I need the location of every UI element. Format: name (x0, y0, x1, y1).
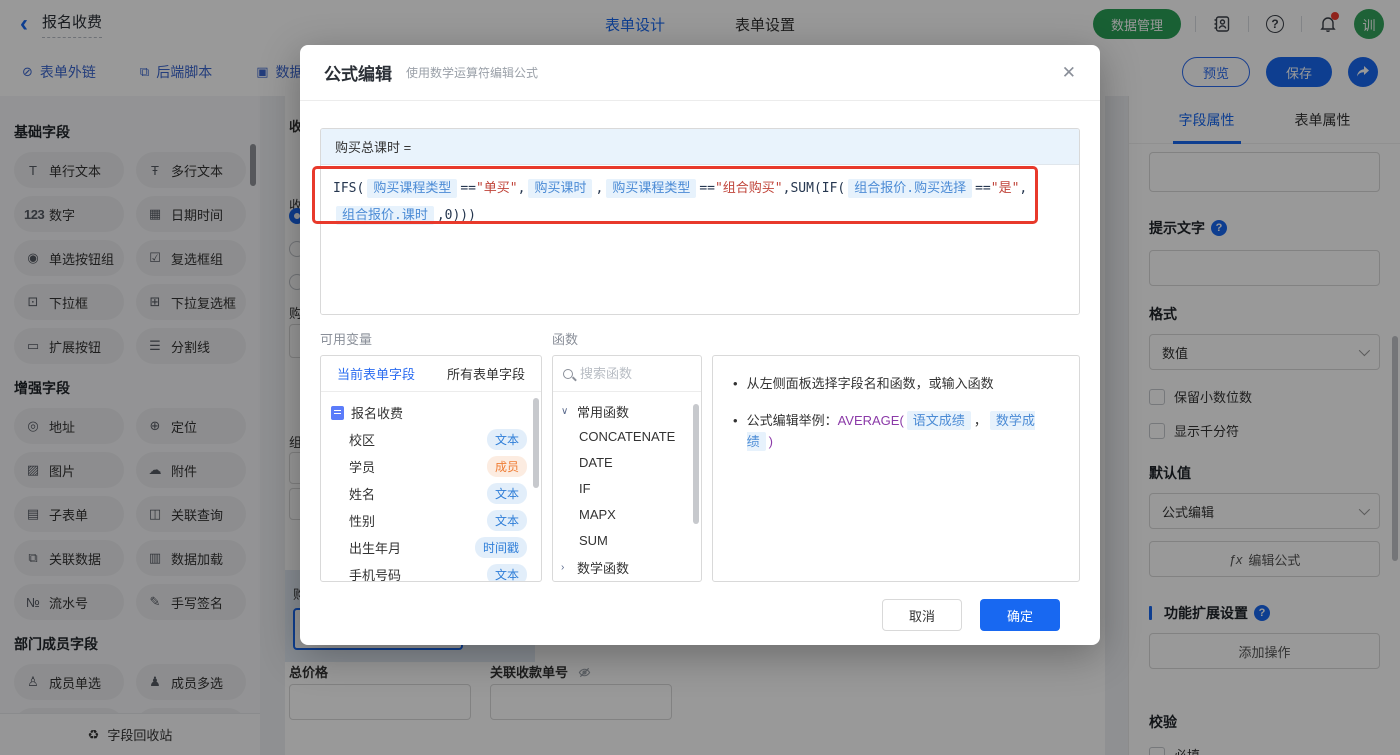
example-field-token: 语文成绩 (906, 410, 971, 430)
variable-row[interactable]: 姓名 文本 (321, 480, 541, 507)
variable-name: 校区 (349, 433, 376, 448)
variable-row[interactable]: 校区 文本 (321, 426, 541, 453)
functions-panel: ∨ 常用函数 CONCATENATEDATEIFMAPXSUM › 数学函数 ›文本函数 (552, 355, 702, 582)
document-icon (331, 405, 344, 420)
tab-current-form-fields[interactable]: 当前表单字段 (321, 364, 431, 383)
function-group-label: 常用函数 (577, 404, 630, 420)
bullet-icon: • (733, 376, 738, 391)
formula-line: 组合报价.课时 ,0))) (333, 202, 1067, 229)
variable-row[interactable]: 学员 成员 (321, 453, 541, 480)
formula-string-token: "组合购买" (714, 181, 783, 196)
function-item[interactable]: IF (553, 476, 701, 502)
formula-field-token: 购买课程类型 (367, 179, 458, 198)
tip-text-part: AVERAGE( (837, 412, 904, 428)
variable-type-badge: 文本 (486, 564, 527, 581)
confirm-button[interactable]: 确定 (980, 599, 1060, 631)
formula-code-token: ,0))) (436, 208, 476, 223)
formula-string-token: "是" (990, 181, 1020, 196)
variable-name: 性别 (349, 514, 376, 529)
functions-label: 函数 (552, 332, 579, 347)
variables-panel: 当前表单字段 所有表单字段 报名收费 校区 文本 学员 成员 姓名 文本 性别 文本 出生年月时… (320, 355, 542, 582)
formula-box: 购买总课时 = IFS(购买课程类型 ==​"单买", 购买课时, 购买课程类型 =="… (320, 128, 1080, 315)
formula-code-token: , (517, 181, 526, 196)
function-item[interactable]: DATE (553, 450, 701, 476)
formula-code-token: ,SUM(IF( (782, 181, 846, 196)
function-item[interactable]: CONCATENATE (553, 424, 701, 450)
variable-type-badge: 时间戳 (474, 537, 527, 558)
variable-row[interactable]: 出生年月 时间戳 (321, 534, 541, 561)
variable-type-badge: 文本 (486, 429, 527, 450)
tip-text-part: ) (768, 433, 773, 449)
formula-result-field: 购买总课时 = (321, 129, 1079, 165)
functions-scrollbar[interactable] (693, 404, 699, 524)
formula-code-token: == (699, 181, 715, 196)
variable-name: 学员 (349, 460, 376, 475)
formula-code-token: , (595, 181, 604, 196)
formula-code-token: ==​ (460, 181, 476, 196)
function-search[interactable] (553, 356, 701, 392)
cancel-button[interactable]: 取消 (882, 599, 962, 631)
close-icon[interactable]: ✕ (1062, 63, 1076, 83)
formula-editor-modal: 公式编辑 使用数学运算符编辑公式 ✕ 购买总课时 = IFS(购买课程类型 ==​… (300, 45, 1100, 645)
function-group-label: 数学函数 (577, 560, 630, 576)
function-group[interactable]: ∨ 常用函数 (553, 398, 701, 424)
variables-scrollbar[interactable] (533, 398, 539, 488)
formula-code-token: IFS( (333, 181, 365, 196)
variable-type-badge: 文本 (486, 510, 527, 531)
tip-item: • 从左侧面板选择字段名和函数，或输入函数 (733, 374, 1059, 395)
formula-editor-input[interactable]: IFS(购买课程类型 ==​"单买", 购买课时, 购买课程类型 =="组合购买",SU… (321, 165, 1079, 314)
bullet-icon: • (733, 412, 738, 428)
variables-form-root[interactable]: 报名收费 (321, 399, 541, 426)
function-group[interactable]: ›文本函数 (553, 580, 701, 581)
variables-label: 可用变量 (320, 332, 373, 347)
variable-name: 手机号码 (349, 568, 402, 582)
formula-string-token: "单买" (475, 181, 518, 196)
formula-field-token: 组合报价.课时 (336, 206, 434, 225)
tip-item: • 公式编辑举例：AVERAGE(语文成绩，数学成绩) (733, 410, 1059, 453)
tip-text: 公式编辑举例：AVERAGE(语文成绩，数学成绩) (746, 410, 1059, 453)
function-group[interactable]: › 数学函数 (553, 554, 701, 580)
variable-name: 出生年月 (349, 541, 402, 556)
formula-line: IFS(购买课程类型 ==​"单买", 购买课时, 购买课程类型 =="组合购买",SU… (333, 175, 1067, 202)
variable-type-badge: 成员 (486, 456, 527, 477)
function-item[interactable]: MAPX (553, 502, 701, 528)
variable-type-badge: 文本 (486, 483, 527, 504)
tab-all-form-fields[interactable]: 所有表单字段 (431, 364, 541, 383)
tip-text-part: ， (973, 412, 987, 428)
modal-subtitle: 使用数学运算符编辑公式 (406, 66, 539, 80)
tip-text: 从左侧面板选择字段名和函数，或输入函数 (746, 376, 994, 391)
formula-field-token: 组合报价.购买选择 (848, 179, 973, 198)
chevron-down-icon: ∨ (561, 405, 569, 417)
variable-row[interactable]: 性别 文本 (321, 507, 541, 534)
formula-field-token: 购买课时 (528, 179, 593, 198)
formula-code-token: , (1019, 181, 1028, 196)
function-item[interactable]: SUM (553, 528, 701, 554)
formula-field-token: 购买课程类型 (606, 179, 697, 198)
function-search-input[interactable] (580, 366, 680, 381)
variable-row[interactable]: 手机号码 文本 (321, 561, 541, 582)
search-icon (563, 368, 573, 379)
tip-text-part: 公式编辑举例： (746, 412, 838, 428)
formula-code-token: == (975, 181, 991, 196)
modal-title: 公式编辑 (324, 65, 392, 84)
chevron-right-icon: › (561, 561, 565, 573)
tips-panel: • 从左侧面板选择字段名和函数，或输入函数 • 公式编辑举例：AVERAGE(语文成绩… (712, 355, 1080, 582)
variable-name: 姓名 (349, 487, 376, 502)
